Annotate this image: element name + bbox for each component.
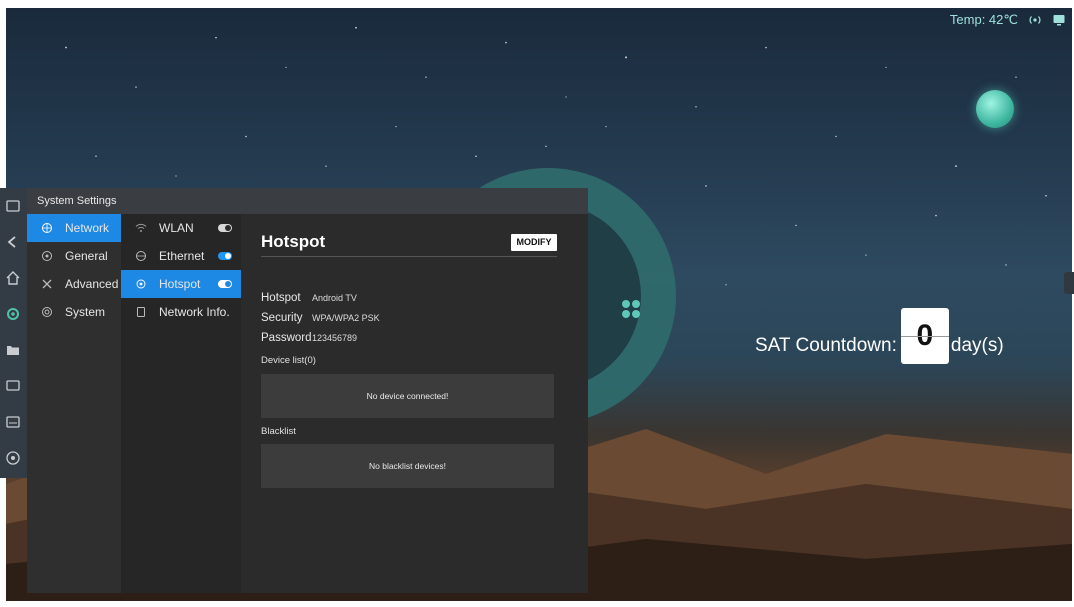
hotspot-toggle[interactable]	[218, 280, 232, 288]
category-item-general[interactable]: General	[27, 242, 121, 270]
hotspot-icon	[136, 279, 146, 289]
category-item-system[interactable]: System	[27, 298, 121, 326]
submenu-item-wlan[interactable]: WLAN	[121, 214, 241, 242]
floating-ball[interactable]	[976, 90, 1014, 128]
submenu-item-ethernet[interactable]: Ethernet	[121, 242, 241, 270]
hotspot-header: Hotspot MODIFY	[261, 232, 557, 257]
submenu-label: WLAN	[159, 221, 194, 235]
ethernet-icon	[136, 251, 146, 261]
screen-share-icon[interactable]	[5, 378, 21, 394]
device-list-box: No device connected!	[261, 374, 554, 418]
security-row: Security WPA/WPA2 PSK	[261, 312, 380, 324]
general-icon	[42, 251, 52, 261]
window-title: System Settings	[27, 188, 588, 214]
countdown-widget: SAT Countdown: 0 day(s)	[755, 308, 1004, 374]
countdown-suffix: day(s)	[950, 335, 1004, 356]
field-value: WPA/WPA2 PSK	[312, 313, 380, 323]
hotspot-panel: Hotspot MODIFY Hotspot Android TV Securi…	[241, 214, 588, 593]
category-label: Network	[65, 221, 110, 235]
blacklist-label: Blacklist	[261, 426, 296, 437]
category-menu: Network General Advanced System	[27, 214, 121, 593]
submenu-label: Hotspot	[159, 277, 201, 291]
settings-icon[interactable]	[5, 306, 21, 322]
blacklist-box: No blacklist devices!	[261, 444, 554, 488]
category-label: System	[65, 305, 106, 319]
apps-icon[interactable]	[620, 298, 642, 320]
advanced-icon	[42, 279, 52, 289]
status-bar: Temp: 42℃	[950, 12, 1066, 28]
panel-title: Hotspot	[261, 232, 326, 251]
field-key: Security	[261, 312, 303, 324]
back-icon[interactable]	[5, 234, 21, 250]
field-value: 123456789	[312, 333, 358, 343]
network-info-icon	[137, 307, 145, 317]
countdown-flip-card: 0	[900, 308, 949, 364]
submenu-label: Ethernet	[159, 249, 205, 263]
submenu-label: Network Info.	[159, 305, 230, 319]
wifi-icon	[135, 223, 147, 232]
category-label: Advanced	[65, 277, 119, 291]
hotspot-name-row: Hotspot Android TV	[261, 292, 357, 304]
field-key: Hotspot	[261, 292, 301, 304]
category-item-network[interactable]: Network	[27, 214, 121, 242]
wlan-toggle[interactable]	[218, 224, 232, 232]
network-icon	[42, 223, 52, 233]
field-value: Android TV	[312, 293, 357, 303]
folder-icon[interactable]	[5, 342, 21, 358]
home-icon[interactable]	[5, 270, 21, 286]
edge-toolbar-handle[interactable]	[1064, 272, 1074, 294]
modify-button[interactable]: MODIFY	[511, 234, 557, 251]
whiteboard-icon[interactable]	[5, 414, 21, 430]
submenu-item-network-info[interactable]: Network Info.	[121, 298, 241, 326]
system-settings-window: System Settings Network General Advanced…	[27, 188, 588, 593]
system-icon	[42, 307, 52, 317]
field-key: Password	[261, 332, 312, 344]
category-label: General	[65, 249, 108, 263]
wireless-signal-icon[interactable]	[1028, 13, 1042, 27]
countdown-prefix: SAT Countdown:	[755, 335, 897, 356]
device-list-label: Device list(0)	[261, 355, 316, 366]
screen-icon[interactable]	[1052, 13, 1066, 27]
network-submenu: WLAN Ethernet Hotspot Network Info.	[121, 214, 241, 593]
menu-icon[interactable]	[5, 198, 21, 214]
ethernet-toggle[interactable]	[218, 252, 232, 260]
temperature-label: Temp: 42℃	[949, 12, 1018, 27]
password-row: Password 123456789	[261, 332, 357, 344]
side-toolbar	[0, 188, 27, 478]
category-item-advanced[interactable]: Advanced	[27, 270, 121, 298]
submenu-item-hotspot[interactable]: Hotspot	[121, 270, 241, 298]
source-icon[interactable]	[5, 450, 21, 466]
